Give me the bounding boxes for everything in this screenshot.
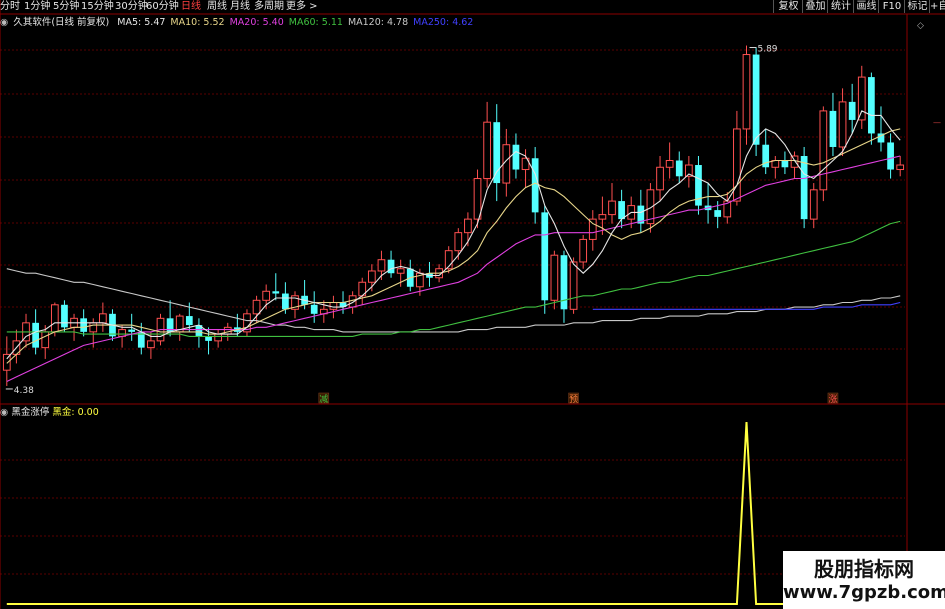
- candle-body-78: [752, 54, 760, 145]
- ma250-line: [592, 301, 901, 310]
- ma60-line: [6, 220, 901, 337]
- candle-body-15: [147, 340, 155, 349]
- candle-body-86: [829, 110, 837, 147]
- candle-body-21: [205, 336, 212, 341]
- candle-body-22: [214, 333, 223, 342]
- candle-body-93: [896, 164, 905, 171]
- candle-body-53: [512, 144, 520, 170]
- candle-body-3: [32, 322, 39, 348]
- candle-body-59: [569, 261, 578, 310]
- candle-body-62: [598, 214, 607, 220]
- candle-body-5: [50, 304, 59, 333]
- candle-body-69: [665, 160, 674, 168]
- candle-body-9: [89, 322, 98, 333]
- marker-label-2: 涨: [828, 394, 837, 405]
- candle-body-70: [675, 160, 683, 177]
- axis-diamond-icon: ◇: [917, 21, 924, 31]
- candle-body-29: [282, 293, 289, 310]
- candle-body-51: [493, 122, 501, 184]
- candle-body-50: [483, 121, 491, 180]
- candle-body-13: [128, 329, 136, 332]
- candle-body-83: [800, 156, 808, 220]
- candle-body-19: [185, 316, 193, 326]
- candle-body-28: [272, 291, 280, 294]
- candle-body-41: [396, 268, 405, 274]
- candle-body-76: [733, 128, 741, 202]
- axis-price-tick: —: [933, 118, 941, 127]
- candle-body-77: [742, 54, 751, 130]
- candle-body-47: [454, 232, 463, 252]
- candle-body-8: [80, 318, 88, 332]
- high-label: 5.89: [757, 45, 777, 55]
- candle-body-89: [857, 76, 866, 121]
- candle-body-38: [367, 270, 376, 283]
- candle-body-40: [387, 259, 395, 274]
- candle-body-49: [473, 178, 482, 220]
- candle-body-6: [61, 304, 68, 328]
- watermark: 股朋指标网 www.7gpzb.com: [783, 551, 945, 609]
- candle-body-74: [714, 210, 722, 217]
- candle-body-81: [781, 160, 789, 168]
- candle-body-55: [531, 158, 539, 213]
- watermark-url: www.7gpzb.com: [783, 582, 945, 603]
- candle-body-68: [656, 166, 664, 191]
- candle-body-27: [262, 290, 271, 301]
- candlestick-chart[interactable]: 5.89 4.38 减 预 涨 ◇ —: [0, 0, 945, 609]
- candle-body-4: [41, 331, 50, 349]
- candle-body-26: [252, 299, 261, 315]
- candle-body-64: [618, 201, 625, 220]
- candle-body-87: [838, 101, 847, 148]
- marker-label-0: 减: [319, 393, 328, 405]
- watermark-text: 股朋指标网: [814, 557, 914, 581]
- candle-body-61: [588, 218, 597, 240]
- candle-body-90: [868, 77, 875, 134]
- candle-body-48: [464, 218, 472, 234]
- candle-body-32: [310, 304, 318, 314]
- marker-label-1: 预: [569, 394, 578, 405]
- candle-body-56: [541, 212, 549, 301]
- candle-body-85: [819, 110, 828, 191]
- ma120-line: [6, 268, 901, 333]
- candle-body-63: [608, 200, 616, 216]
- candle-body-57: [550, 254, 559, 301]
- candle-body-23: [223, 326, 232, 335]
- candle-body-84: [809, 189, 818, 220]
- candle-body-34: [329, 302, 338, 310]
- candle-body-88: [848, 101, 856, 120]
- indicator-line: [6, 421, 901, 605]
- candle-body-10: [99, 313, 107, 324]
- low-label: 4.38: [14, 386, 34, 396]
- candle-body-39: [377, 259, 386, 272]
- candle-body-92: [887, 142, 894, 170]
- candle-body-60: [579, 238, 588, 263]
